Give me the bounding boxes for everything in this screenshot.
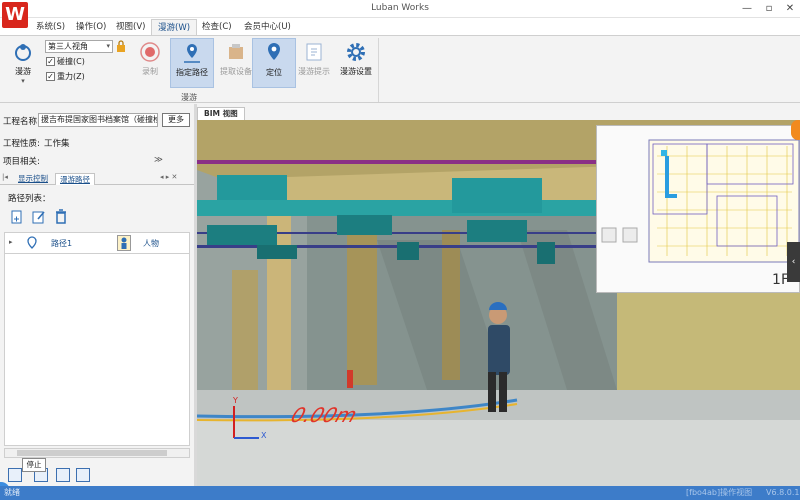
tab-roam[interactable]: 漫游(W)	[151, 19, 198, 36]
specify-path-button[interactable]: 指定路径	[170, 38, 214, 88]
axis-y-label: Y	[233, 396, 238, 405]
tab-operation[interactable]: 操作(O)	[70, 19, 112, 36]
path-pin-icon	[184, 44, 200, 63]
tab-display-control[interactable]: 显示控制	[14, 173, 52, 185]
roam-hint-icon	[306, 43, 322, 61]
specify-path-label: 指定路径	[176, 68, 208, 77]
locate-button[interactable]: 定位	[252, 38, 296, 88]
title-bar: W Luban Works — ▫ ✕	[0, 0, 800, 28]
bim-viewport[interactable]: 0.00m Y X 1F ‹	[197, 120, 800, 486]
path-list-body	[4, 254, 190, 446]
gravity-label: 重力(Z)	[57, 72, 85, 81]
restore-button[interactable]: ▫	[760, 2, 778, 16]
view-mode-value: 第三人视角	[48, 42, 88, 51]
check-icon: ✓	[46, 72, 55, 81]
path-row-pin-icon	[27, 236, 37, 249]
bim-view-tab[interactable]: BIM 视图	[197, 107, 245, 120]
subtab-bar: |◂ 显示控制 漫游路径 ◂ ▸ ✕	[0, 172, 194, 185]
device-icon	[229, 44, 243, 59]
collision-label: 碰撞(C)	[57, 57, 85, 66]
orange-float-button[interactable]	[791, 120, 800, 140]
minimap[interactable]: 1F	[596, 125, 800, 293]
ribbon: 漫游 ▾ 第三人视角 ▾ ✓ 碰撞(C) ✓ 重力(Z) 录制 指定路径 提取设…	[0, 35, 800, 103]
expand-chevron-icon[interactable]: ≫	[154, 155, 163, 165]
view-mode-select[interactable]: 第三人视角 ▾	[45, 40, 113, 53]
tab-scroll-right-icon[interactable]: ◂ ▸ ✕	[160, 173, 177, 181]
status-view-info: [fbo4ab]操作视图	[686, 488, 753, 497]
close-button[interactable]: ✕	[781, 2, 799, 16]
project-related-label: 项目相关:	[3, 157, 40, 167]
person-icon	[117, 235, 131, 251]
path-list-label: 路径列表：	[8, 194, 51, 204]
gravity-checkbox[interactable]: ✓ 重力(Z)	[46, 71, 85, 82]
app-title: Luban Works	[371, 3, 429, 13]
collision-checkbox[interactable]: ✓ 碰撞(C)	[46, 56, 85, 67]
project-nature-label: 工程性质:	[3, 139, 40, 149]
app-window: W Luban Works — ▫ ✕ 系统(S) 操作(O) 视图(V) 漫游…	[0, 0, 800, 500]
path-type: 人物	[143, 239, 159, 248]
project-name-label: 工程名称:	[3, 117, 40, 127]
left-panel: 工程名称: 援吉布提国家图书档案馆（碰撞检测） 更多 工程性质: 工作集 项目相…	[0, 104, 194, 500]
roam-hint-label: 漫游提示	[298, 67, 330, 76]
tab-member-center[interactable]: 会员中心(U)	[238, 19, 297, 36]
path-list-row[interactable]: ▸ 路径1 人物	[4, 232, 190, 254]
tab-system[interactable]: 系统(S)	[30, 19, 71, 36]
more-button[interactable]: 更多	[162, 113, 190, 127]
chevron-down-icon: ▾	[106, 42, 110, 50]
app-logo: W	[2, 2, 28, 28]
new-path-icon[interactable]	[10, 210, 24, 224]
tab-roam-path[interactable]: 漫游路径	[55, 173, 95, 185]
tab-view[interactable]: 视图(V)	[110, 19, 151, 36]
ribbon-group-label: 漫游	[181, 93, 197, 102]
extract-device-label: 提取设备	[220, 67, 252, 76]
axis-x-label: X	[261, 431, 267, 440]
status-bar: 就绪 [fbo4ab]操作视图 V6.8.0.1	[0, 486, 800, 500]
shuffle-control-icon[interactable]	[56, 468, 70, 482]
record-icon	[140, 42, 160, 62]
panel-expand-arrow[interactable]: ‹	[787, 242, 800, 282]
roam-button[interactable]: 漫游 ▾	[2, 38, 44, 88]
edit-path-icon[interactable]	[32, 210, 46, 224]
record-label: 录制	[142, 67, 158, 76]
horizontal-scrollbar[interactable]	[4, 448, 190, 458]
path-name: 路径1	[51, 239, 73, 248]
tab-check[interactable]: 检查(C)	[196, 19, 238, 36]
roam-settings-label: 漫游设置	[340, 67, 372, 76]
roam-icon	[15, 44, 31, 61]
trash-icon[interactable]	[54, 209, 68, 224]
roam-hint-button[interactable]: 漫游提示	[292, 38, 336, 88]
gear-icon	[347, 43, 365, 61]
floor-plan-map	[601, 139, 800, 263]
expand-arrow-icon[interactable]: ▸	[9, 238, 13, 246]
ribbon-separator	[378, 38, 379, 102]
locate-label: 定位	[266, 68, 282, 77]
record-button[interactable]: 录制	[128, 38, 172, 88]
roam-settings-button[interactable]: 漫游设置	[334, 38, 378, 88]
play-control-icon[interactable]	[8, 468, 22, 482]
project-nature-value: 工作集	[44, 139, 70, 149]
lock-icon[interactable]	[116, 40, 126, 52]
roam-label: 漫游	[15, 67, 31, 76]
locate-pin-icon	[268, 43, 280, 60]
distance-label: 0.00m	[287, 403, 361, 427]
status-text: 就绪	[4, 488, 20, 497]
check-icon: ✓	[46, 57, 55, 66]
menu-bar: 系统(S) 操作(O) 视图(V) 漫游(W) 检查(C) 会员中心(U)	[0, 18, 800, 36]
scrollbar-thumb[interactable]	[17, 450, 167, 456]
loop-control-icon[interactable]	[76, 468, 90, 482]
version-label: V6.8.0.1	[766, 488, 800, 497]
stop-tooltip: 停止	[22, 458, 46, 472]
minimize-button[interactable]: —	[738, 2, 756, 16]
tab-scroll-left-icon[interactable]: |◂	[2, 173, 8, 181]
project-name-field[interactable]: 援吉布提国家图书档案馆（碰撞检测）	[38, 113, 158, 127]
